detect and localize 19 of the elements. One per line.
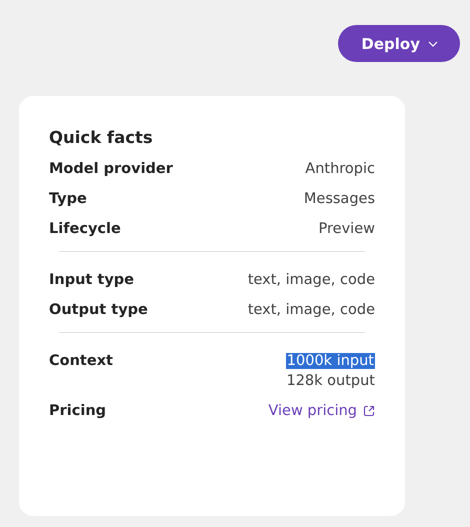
fact-value: text, image, code xyxy=(248,272,375,288)
fact-value: text, image, code xyxy=(248,302,375,318)
fact-label: Type xyxy=(49,191,87,207)
chevron-down-icon xyxy=(428,40,438,46)
fact-value: Messages xyxy=(304,191,375,207)
fact-value: Preview xyxy=(318,221,375,237)
fact-value: 1000k input xyxy=(286,353,375,369)
fact-label: Pricing xyxy=(49,403,106,419)
fact-label: Lifecycle xyxy=(49,221,121,237)
external-link-icon xyxy=(363,405,375,417)
fact-label: Output type xyxy=(49,302,148,318)
fact-label: Input type xyxy=(49,272,134,288)
view-pricing-link[interactable]: View pricing xyxy=(268,403,375,419)
fact-value: 128k output xyxy=(286,373,375,389)
fact-label: Model provider xyxy=(49,161,173,177)
deploy-button[interactable]: Deploy xyxy=(338,25,460,62)
fact-label: Context xyxy=(49,353,113,369)
fact-value: Anthropic xyxy=(305,161,375,177)
card-title: Quick facts xyxy=(49,128,154,147)
